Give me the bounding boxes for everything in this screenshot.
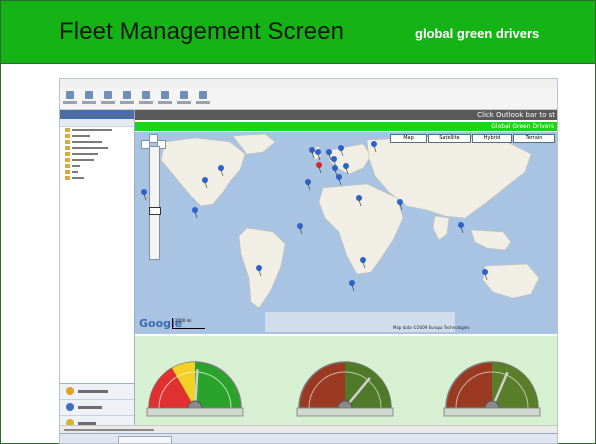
slide: Fleet Management Screen global green dri… <box>0 0 596 444</box>
menu-bar[interactable] <box>60 79 557 88</box>
toolbar-button[interactable] <box>195 90 211 107</box>
map-credit: Map data ©2009 Europa Technologies <box>393 325 470 330</box>
slide-title: Fleet Management Screen <box>59 18 345 45</box>
toolbar <box>60 88 557 110</box>
toolbar-button[interactable] <box>157 90 173 107</box>
world-map[interactable]: Map Satellite Hybrid Terrain Google 2000… <box>135 132 557 334</box>
taskbar-window-button[interactable] <box>118 436 172 443</box>
zoom-slider[interactable] <box>149 146 161 260</box>
toolbar-button[interactable] <box>100 90 116 107</box>
content-area: Click Outlook bar to st Global Green Dri… <box>135 110 557 425</box>
toolbar-button[interactable] <box>62 90 78 107</box>
dashboard-gauge <box>296 361 394 417</box>
map-type-satellite-button[interactable]: Satellite <box>428 134 471 143</box>
map-scale: 2000 mi <box>172 318 205 329</box>
green-header: Global Green Drivers <box>135 122 557 131</box>
dashboard-gauge <box>443 361 541 417</box>
toolbar-button[interactable] <box>138 90 154 107</box>
map-land <box>141 133 540 332</box>
toolbar-button[interactable] <box>81 90 97 107</box>
zoom-slider-handle[interactable] <box>149 207 161 215</box>
content-header: Click Outlook bar to st <box>135 110 557 120</box>
app-screenshot: Click Outlook bar to st Global Green Dri… <box>59 78 558 444</box>
title-bar: Fleet Management Screen global green dri… <box>1 1 595 63</box>
toolbar-button[interactable] <box>176 90 192 107</box>
sidebar-header <box>60 110 134 119</box>
taskbar <box>60 433 557 443</box>
sidebar <box>60 110 135 443</box>
tree-item[interactable] <box>65 175 134 181</box>
sidebar-subheader <box>60 119 134 127</box>
map-type-hybrid-button[interactable]: Hybrid <box>472 134 512 143</box>
dashboard-gauge <box>146 361 244 417</box>
outlook-button[interactable] <box>60 384 134 400</box>
toolbar-button[interactable] <box>119 90 135 107</box>
map-type-terrain-button[interactable]: Terrain <box>513 134 555 143</box>
map-type-map-button[interactable]: Map <box>390 134 427 143</box>
gauge-panel <box>135 336 557 425</box>
title-divider <box>1 63 595 64</box>
slide-subtitle: global green drivers <box>415 26 540 41</box>
outlook-button[interactable] <box>60 400 134 416</box>
